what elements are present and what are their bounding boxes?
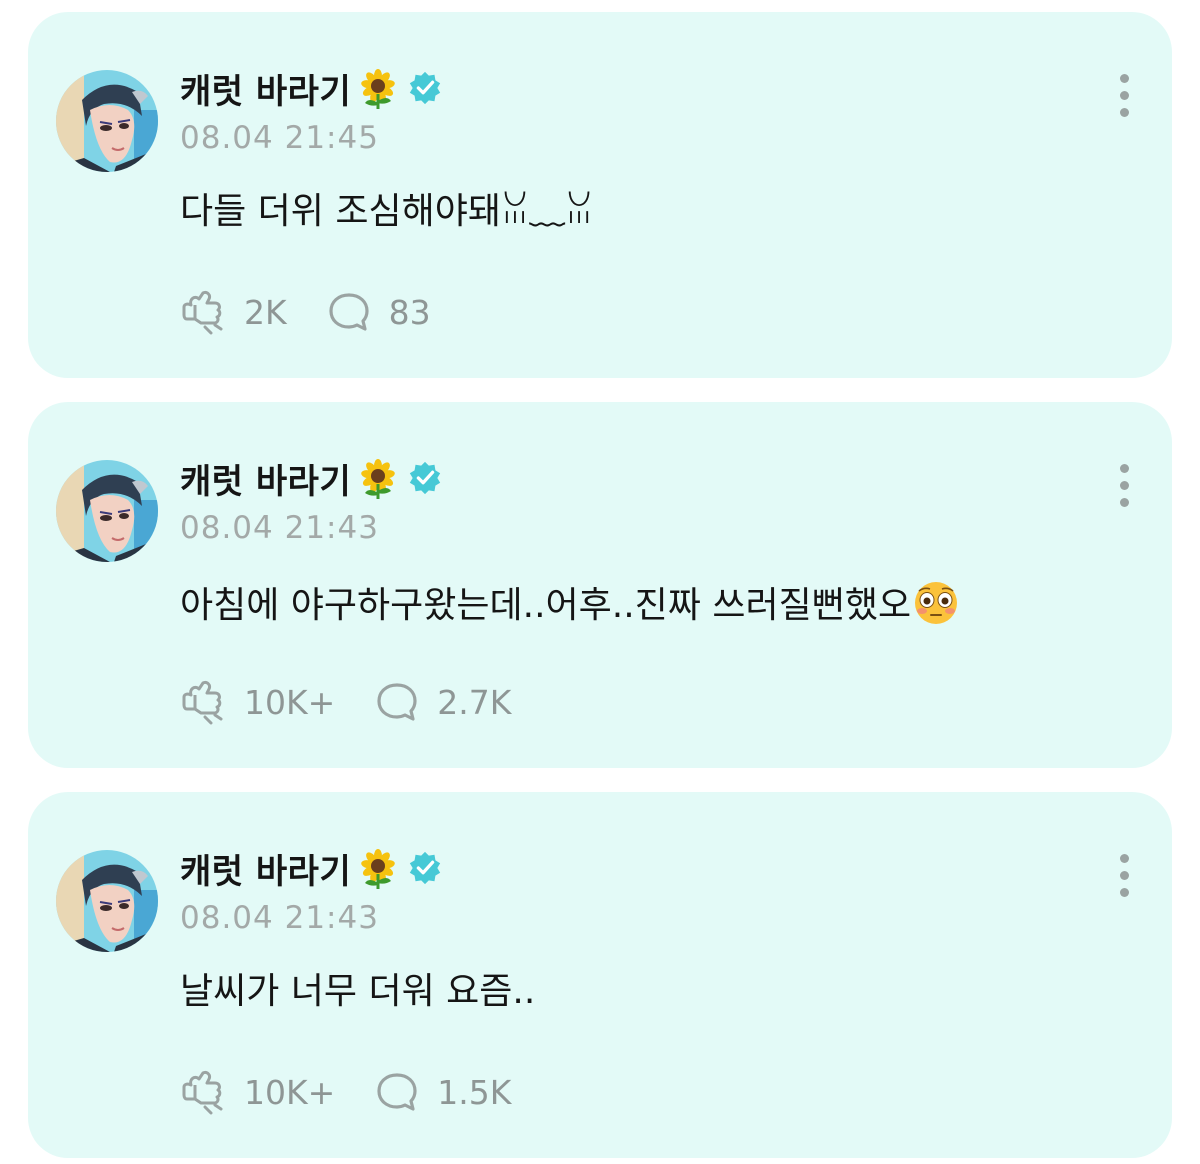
author-row: 캐럿 바라기 [180, 454, 443, 503]
post-actions: 2K 83 [180, 289, 431, 335]
post-text: 날씨가 너무 더워 요즘.. [180, 970, 535, 1014]
sunflower-icon [359, 457, 398, 499]
post-card[interactable]: 캐럿 바라기 08.04 21:45 다들 더위 조심해야돼ꈍ﹏ꈍ 2K 83 [28, 12, 1172, 378]
author-row: 캐럿 바라기 [180, 64, 443, 113]
author-name[interactable]: 캐럿 바라기 [180, 844, 351, 893]
comment-count: 2.7K [437, 682, 512, 722]
author-name[interactable]: 캐럿 바라기 [180, 454, 351, 503]
post-text: 아침에 야구하구왔는데..어후..진짜 쓰러질뻔했오 [180, 580, 959, 628]
more-options-button[interactable] [1112, 464, 1136, 512]
avatar[interactable] [56, 850, 158, 952]
comment-button[interactable]: 1.5K [375, 1070, 511, 1114]
like-button[interactable]: 10K+ [180, 1069, 335, 1115]
verified-badge-icon [408, 70, 443, 106]
sunflower-icon [359, 847, 398, 889]
comment-button[interactable]: 83 [327, 290, 431, 334]
like-button[interactable]: 10K+ [180, 679, 335, 725]
comment-icon [377, 1073, 417, 1111]
post-timestamp: 08.04 21:43 [180, 510, 379, 546]
avatar[interactable] [56, 460, 158, 562]
like-count: 10K+ [244, 1072, 336, 1112]
post-timestamp: 08.04 21:43 [180, 900, 379, 936]
post-timestamp: 08.04 21:45 [180, 120, 379, 156]
flushed-face-icon [914, 581, 959, 625]
like-count: 2K [244, 292, 287, 332]
verified-badge-icon [408, 850, 443, 886]
like-button[interactable]: 2K [180, 289, 287, 335]
author-row: 캐럿 바라기 [180, 844, 443, 893]
more-options-button[interactable] [1112, 74, 1136, 122]
comment-count: 1.5K [437, 1072, 512, 1112]
sunflower-icon [359, 67, 398, 109]
more-options-button[interactable] [1112, 854, 1136, 902]
more-vertical-icon [1119, 854, 1129, 863]
post-feed: 캐럿 바라기 08.04 21:45 다들 더위 조심해야돼ꈍ﹏ꈍ 2K 83 [0, 0, 1200, 1164]
comment-icon [377, 683, 417, 721]
verified-badge-icon [408, 460, 443, 496]
post-actions: 10K+ 1.5K [180, 1069, 511, 1115]
avatar[interactable] [56, 70, 158, 172]
like-icon [182, 290, 223, 335]
like-icon [182, 1070, 223, 1115]
post-actions: 10K+ 2.7K [180, 679, 511, 725]
like-count: 10K+ [244, 682, 336, 722]
post-text-content: 날씨가 너무 더워 요즘.. [180, 971, 536, 1012]
more-vertical-icon [1119, 464, 1129, 473]
like-icon [182, 680, 223, 725]
comment-icon [329, 293, 369, 331]
comment-button[interactable]: 2.7K [375, 680, 511, 724]
post-card[interactable]: 캐럿 바라기 08.04 21:43 날씨가 너무 더워 요즘.. 10K+ 1… [28, 792, 1172, 1158]
post-text-content: 다들 더위 조심해야돼ꈍ﹏ꈍ [180, 191, 594, 232]
post-card[interactable]: 캐럿 바라기 08.04 21:43 아침에 야구하구왔는데..어후..진짜 쓰… [28, 402, 1172, 768]
post-text-content: 아침에 야구하구왔는데..어후..진짜 쓰러질뻔했오 [180, 585, 912, 626]
comment-count: 83 [388, 292, 431, 332]
author-name[interactable]: 캐럿 바라기 [180, 64, 351, 113]
post-text: 다들 더위 조심해야돼ꈍ﹏ꈍ [180, 190, 593, 234]
more-vertical-icon [1119, 74, 1129, 83]
